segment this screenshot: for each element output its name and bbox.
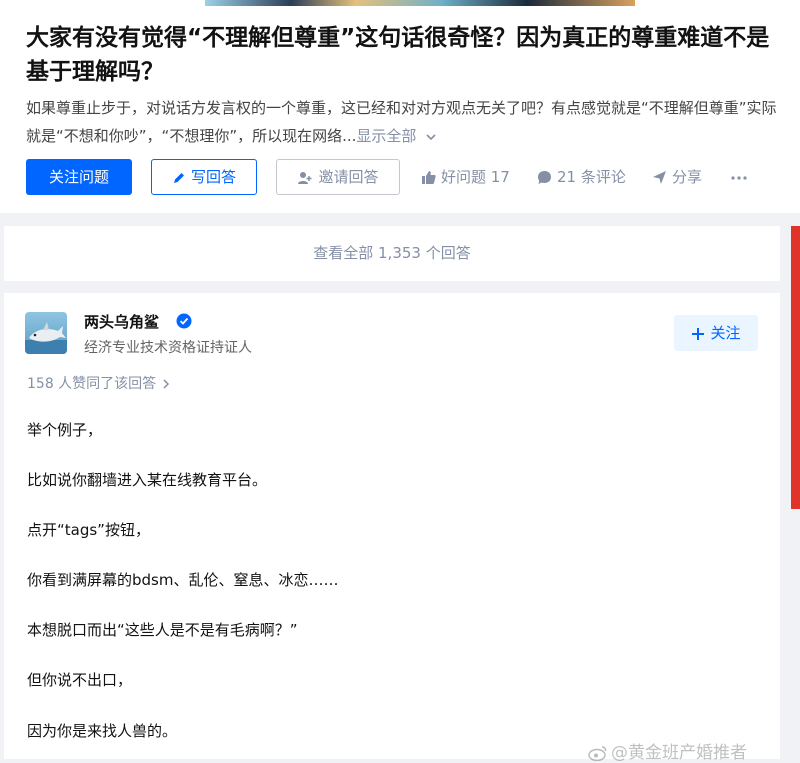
avatar[interactable] [25, 312, 67, 354]
share-icon [653, 171, 666, 184]
question-actions: 关注问题 写回答 邀请回答 好问题 17 21 条评论 分享 [26, 159, 786, 197]
watermark: @黄金班产婚推者 [588, 738, 747, 763]
vote-count-link[interactable]: 158 人赞同了该回答 [27, 373, 171, 393]
answer-paragraph: 你看到满屏幕的bdsm、乱伦、窒息、冰恋…… [27, 571, 339, 589]
author-name[interactable]: 两头乌角鲨 [84, 311, 159, 332]
invite-answer-button[interactable]: 邀请回答 [276, 159, 400, 195]
more-icon [731, 175, 747, 180]
invite-user-icon [298, 171, 312, 184]
author-bio: 经济专业技术资格证持证人 [84, 340, 252, 356]
chevron-right-icon [163, 379, 169, 389]
question-header: 大家有没有觉得“不理解但尊重”这句话很奇怪？因为真正的尊重难道不是基于理解吗？ … [0, 6, 800, 213]
answer-paragraph: 比如说你翻墙进入某在线教育平台。 [27, 471, 268, 489]
question-title[interactable]: 大家有没有觉得“不理解但尊重”这句话很奇怪？因为真正的尊重难道不是基于理解吗？ [26, 21, 786, 89]
good-question-label: 好问题 17 [441, 168, 510, 186]
answer-paragraph: 因为你是来找人兽的。 [27, 722, 178, 740]
view-all-answers-link[interactable]: 查看全部 1,353 个回答 [4, 226, 780, 281]
pencil-icon [173, 172, 184, 183]
question-description: 如果尊重止步于，对说话方发言权的一个尊重，这已经和对对方观点无关了吧？有点感觉就… [26, 94, 786, 150]
good-question-button[interactable]: 好问题 17 [421, 159, 510, 195]
follow-author-button[interactable]: 关注 [674, 315, 758, 351]
follow-author-label: 关注 [710, 324, 741, 342]
share-button[interactable]: 分享 [652, 159, 702, 195]
thumbs-up-icon [422, 171, 436, 184]
shark-avatar-icon [25, 322, 67, 354]
vote-count: 158 人赞同了该回答 [27, 376, 157, 392]
write-answer-label: 写回答 [190, 168, 236, 186]
answer-paragraph: 举个例子， [27, 421, 103, 439]
verified-icon [176, 313, 192, 329]
chevron-down-icon [426, 133, 436, 140]
share-label: 分享 [672, 168, 703, 186]
comment-icon [538, 171, 551, 184]
watermark-text: @黄金班产婚推者 [611, 743, 747, 763]
invite-answer-label: 邀请回答 [318, 168, 379, 186]
plus-icon [692, 327, 705, 340]
comments-label: 21 条评论 [557, 168, 626, 186]
answer-paragraph: 本想脱口而出“这些人是不是有毛病啊？” [27, 621, 298, 639]
answer-paragraph: 点开“tags”按钮， [27, 521, 150, 539]
comments-button[interactable]: 21 条评论 [537, 159, 626, 195]
answer-card: 两头乌角鲨 经济专业技术资格证持证人 关注 158 人赞同了该回答 举个例子， … [4, 293, 780, 759]
show-all-label: 显示全部 [356, 127, 417, 145]
side-edge-decoration [791, 226, 800, 509]
section-gap [0, 213, 800, 226]
answer-paragraph: 但你说不出口， [27, 671, 133, 689]
more-button[interactable] [731, 159, 747, 195]
show-all-link[interactable]: 显示全部 [356, 127, 437, 145]
follow-question-button[interactable]: 关注问题 [26, 159, 132, 195]
write-answer-button[interactable]: 写回答 [151, 159, 257, 195]
